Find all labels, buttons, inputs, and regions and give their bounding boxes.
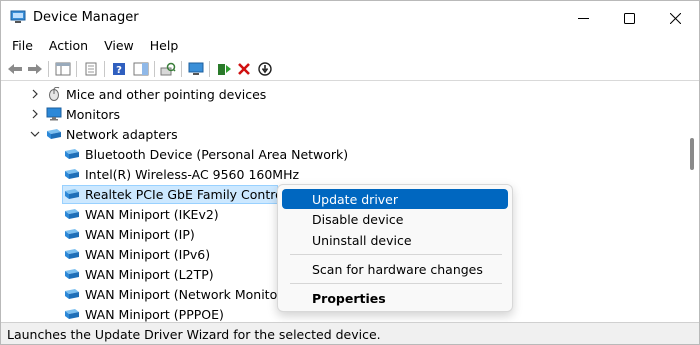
minimize-button[interactable]	[560, 1, 606, 35]
tree-device-item[interactable]: Intel(R) Wireless-AC 9560 160MHz	[1, 164, 685, 184]
device-manager-window: Device Manager File Action View Help ? M…	[0, 0, 700, 345]
status-bar: Launches the Update Driver Wizard for th…	[1, 322, 699, 344]
menu-help[interactable]: Help	[150, 35, 179, 56]
menu-item-label: Uninstall device	[312, 233, 412, 248]
menu-action[interactable]: Action	[49, 35, 88, 56]
network-adapter-icon	[64, 307, 80, 321]
menu-bar: File Action View Help	[1, 35, 699, 56]
window-title: Device Manager	[33, 10, 139, 25]
toolbar-separator	[209, 61, 210, 77]
uninstall-device-icon[interactable]	[235, 60, 253, 78]
tree-device-item[interactable]: Bluetooth Device (Personal Area Network)	[1, 144, 685, 164]
show-hide-console-tree-icon[interactable]	[54, 60, 72, 78]
back-arrow-icon[interactable]	[6, 60, 24, 78]
menu-separator	[290, 283, 502, 284]
scrollbar-thumb[interactable]	[690, 138, 694, 170]
title-bar: Device Manager	[1, 1, 699, 35]
network-adapter-icon	[64, 167, 80, 181]
network-adapter-icon	[64, 187, 80, 201]
toolbar: ?	[1, 56, 699, 81]
forward-arrow-icon[interactable]	[26, 60, 44, 78]
tree-device-label: WAN Miniport (L2TP)	[85, 267, 214, 282]
tree-device-label: Bluetooth Device (Personal Area Network)	[85, 147, 349, 162]
tree-category-label: Monitors	[66, 107, 121, 122]
disable-device-icon[interactable]	[256, 60, 274, 78]
menu-item-properties[interactable]: Properties	[282, 288, 508, 308]
tree-device-label: WAN Miniport (PPPOE)	[85, 307, 224, 322]
menu-view[interactable]: View	[104, 35, 134, 56]
network-adapter-icon	[64, 287, 80, 301]
menu-item-label: Properties	[312, 291, 386, 306]
tree-category-label: Network adapters	[66, 127, 178, 142]
tree-category-mice[interactable]: Mice and other pointing devices	[1, 84, 685, 104]
help-icon[interactable]: ?	[110, 60, 128, 78]
tree-device-label: Intel(R) Wireless-AC 9560 160MHz	[85, 167, 300, 182]
tree-device-label: WAN Miniport (IKEv2)	[85, 207, 219, 222]
menu-item-label: Scan for hardware changes	[312, 262, 483, 277]
tree-category-label: Mice and other pointing devices	[66, 87, 267, 102]
menu-item-update-driver[interactable]: Update driver	[282, 189, 508, 209]
chevron-right-icon[interactable]	[29, 108, 41, 120]
context-menu: Update driver Disable device Uninstall d…	[277, 184, 513, 312]
network-adapter-icon	[46, 127, 62, 141]
menu-item-label: Update driver	[312, 192, 399, 207]
menu-item-label: Disable device	[312, 212, 404, 227]
tree-category-monitors[interactable]: Monitors	[1, 104, 685, 124]
toolbar-separator	[181, 61, 182, 77]
chevron-right-icon[interactable]	[29, 88, 41, 100]
tree-device-label: WAN Miniport (Network Monitor)	[85, 287, 288, 302]
network-adapter-icon	[64, 267, 80, 281]
monitor-icon	[46, 107, 62, 121]
menu-separator	[290, 254, 502, 255]
close-button[interactable]	[652, 1, 698, 35]
toolbar-separator	[154, 61, 155, 77]
toolbar-separator	[48, 61, 49, 77]
monitor-icon[interactable]	[187, 60, 205, 78]
status-text: Launches the Update Driver Wizard for th…	[7, 327, 381, 342]
tree-device-label: WAN Miniport (IPv6)	[85, 247, 211, 262]
menu-file[interactable]: File	[12, 35, 33, 56]
tree-device-label: Realtek PCIe GbE Family Controller	[85, 187, 303, 202]
toolbar-separator	[76, 61, 77, 77]
action-pane-icon[interactable]	[132, 60, 150, 78]
svg-text:?: ?	[116, 65, 122, 76]
vertical-scrollbar[interactable]	[685, 82, 699, 322]
network-adapter-icon	[64, 147, 80, 161]
properties-icon[interactable]	[82, 60, 100, 78]
tree-category-network-adapters[interactable]: Network adapters	[1, 124, 685, 144]
toolbar-separator	[104, 61, 105, 77]
tree-device-label: WAN Miniport (IP)	[85, 227, 195, 242]
scan-hardware-icon[interactable]	[159, 60, 177, 78]
menu-item-disable-device[interactable]: Disable device	[282, 209, 508, 229]
network-adapter-icon	[64, 227, 80, 241]
mouse-icon	[46, 86, 62, 101]
update-driver-icon[interactable]	[215, 60, 233, 78]
network-adapter-icon	[64, 247, 80, 261]
menu-item-scan-hardware[interactable]: Scan for hardware changes	[282, 259, 508, 279]
chevron-down-icon[interactable]	[29, 128, 41, 140]
device-manager-app-icon	[10, 10, 26, 24]
maximize-button[interactable]	[606, 1, 652, 35]
network-adapter-icon	[64, 207, 80, 221]
menu-item-uninstall-device[interactable]: Uninstall device	[282, 230, 508, 250]
